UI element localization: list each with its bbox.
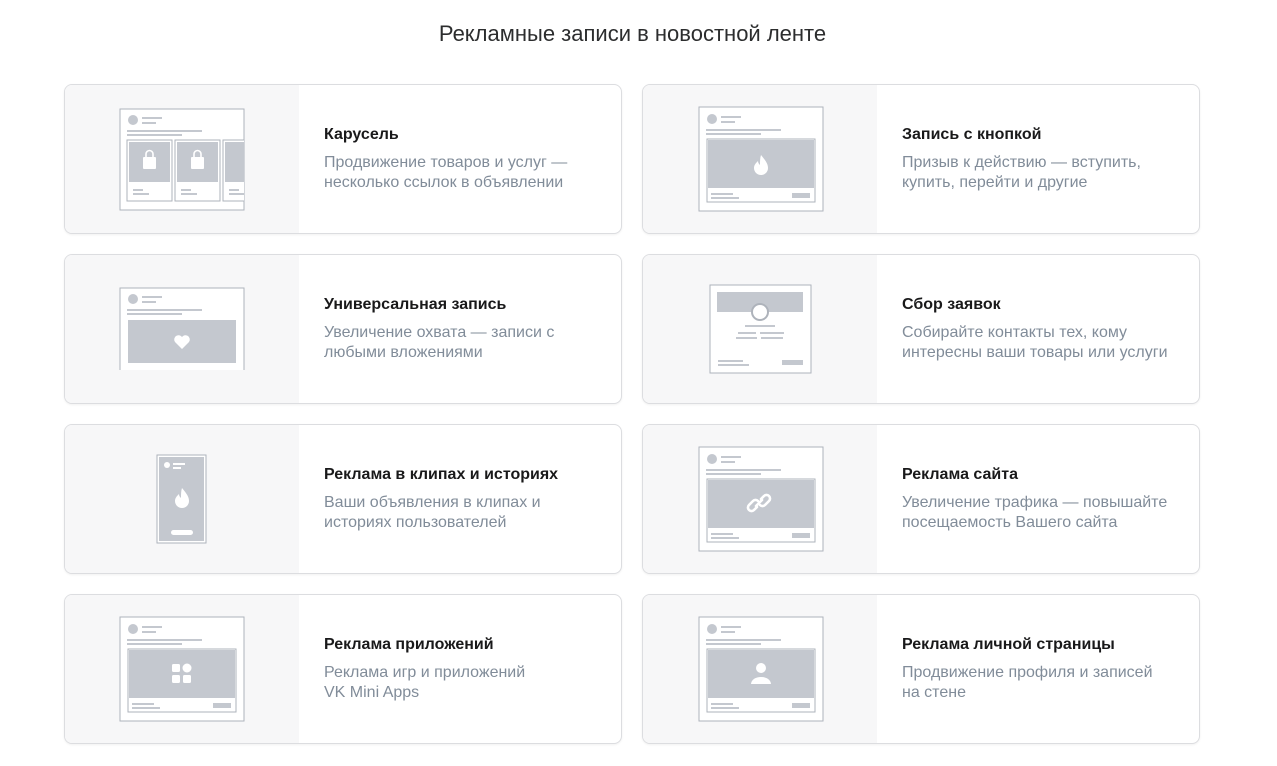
card-title: Сбор заявок: [902, 296, 1001, 313]
card-description: Продвижение профиля и записей на стене: [902, 664, 1153, 701]
universal-post-illustration: [65, 255, 299, 403]
ad-format-card-clips-stories[interactable]: Реклама в клипах и историях Ваши объявле…: [64, 424, 622, 574]
ad-format-card-carousel[interactable]: Карусель Продвижение товаров и услуг — н…: [64, 84, 622, 234]
card-title: Запись с кнопкой: [902, 126, 1042, 143]
profile-ad-illustration: [643, 595, 877, 743]
card-title: Карусель: [324, 126, 399, 143]
card-description: Увеличение трафика — повышайте посещаемо…: [902, 494, 1168, 531]
carousel-illustration: [65, 85, 299, 233]
ad-format-card-lead-form[interactable]: Сбор заявок Собирайте контакты тех, кому…: [642, 254, 1200, 404]
card-description: Увеличение охвата — записи с любыми влож…: [324, 324, 555, 361]
ad-format-card-button-post[interactable]: Запись с кнопкой Призыв к действию — вст…: [642, 84, 1200, 234]
card-title: Реклама личной страницы: [902, 636, 1115, 653]
card-description: Ваши объявления в клипах и историях поль…: [324, 494, 541, 531]
card-title: Реклама приложений: [324, 636, 494, 653]
card-description: Продвижение товаров и услуг — несколько …: [324, 154, 568, 191]
card-description: Собирайте контакты тех, кому интересны в…: [902, 324, 1168, 361]
ad-format-card-universal-post[interactable]: Универсальная запись Увеличение охвата —…: [64, 254, 622, 404]
button-post-illustration: [643, 85, 877, 233]
clips-stories-illustration: [65, 425, 299, 573]
website-ad-illustration: [643, 425, 877, 573]
apps-ad-illustration: [65, 595, 299, 743]
ad-format-card-profile-ad[interactable]: Реклама личной страницы Продвижение проф…: [642, 594, 1200, 744]
card-title: Универсальная запись: [324, 296, 507, 313]
card-description: Призыв к действию — вступить, купить, пе…: [902, 154, 1141, 191]
lead-form-illustration: [643, 255, 877, 403]
ad-format-card-apps-ad[interactable]: Реклама приложений Реклама игр и приложе…: [64, 594, 622, 744]
page-title: Рекламные записи в новостной ленте: [438, 21, 827, 46]
card-title: Реклама сайта: [902, 466, 1018, 483]
ad-format-card-website-ad[interactable]: Реклама сайта Увеличение трафика — повыш…: [642, 424, 1200, 574]
card-title: Реклама в клипах и историях: [324, 466, 559, 483]
card-description: Реклама игр и приложений VK Mini Apps: [324, 664, 526, 701]
